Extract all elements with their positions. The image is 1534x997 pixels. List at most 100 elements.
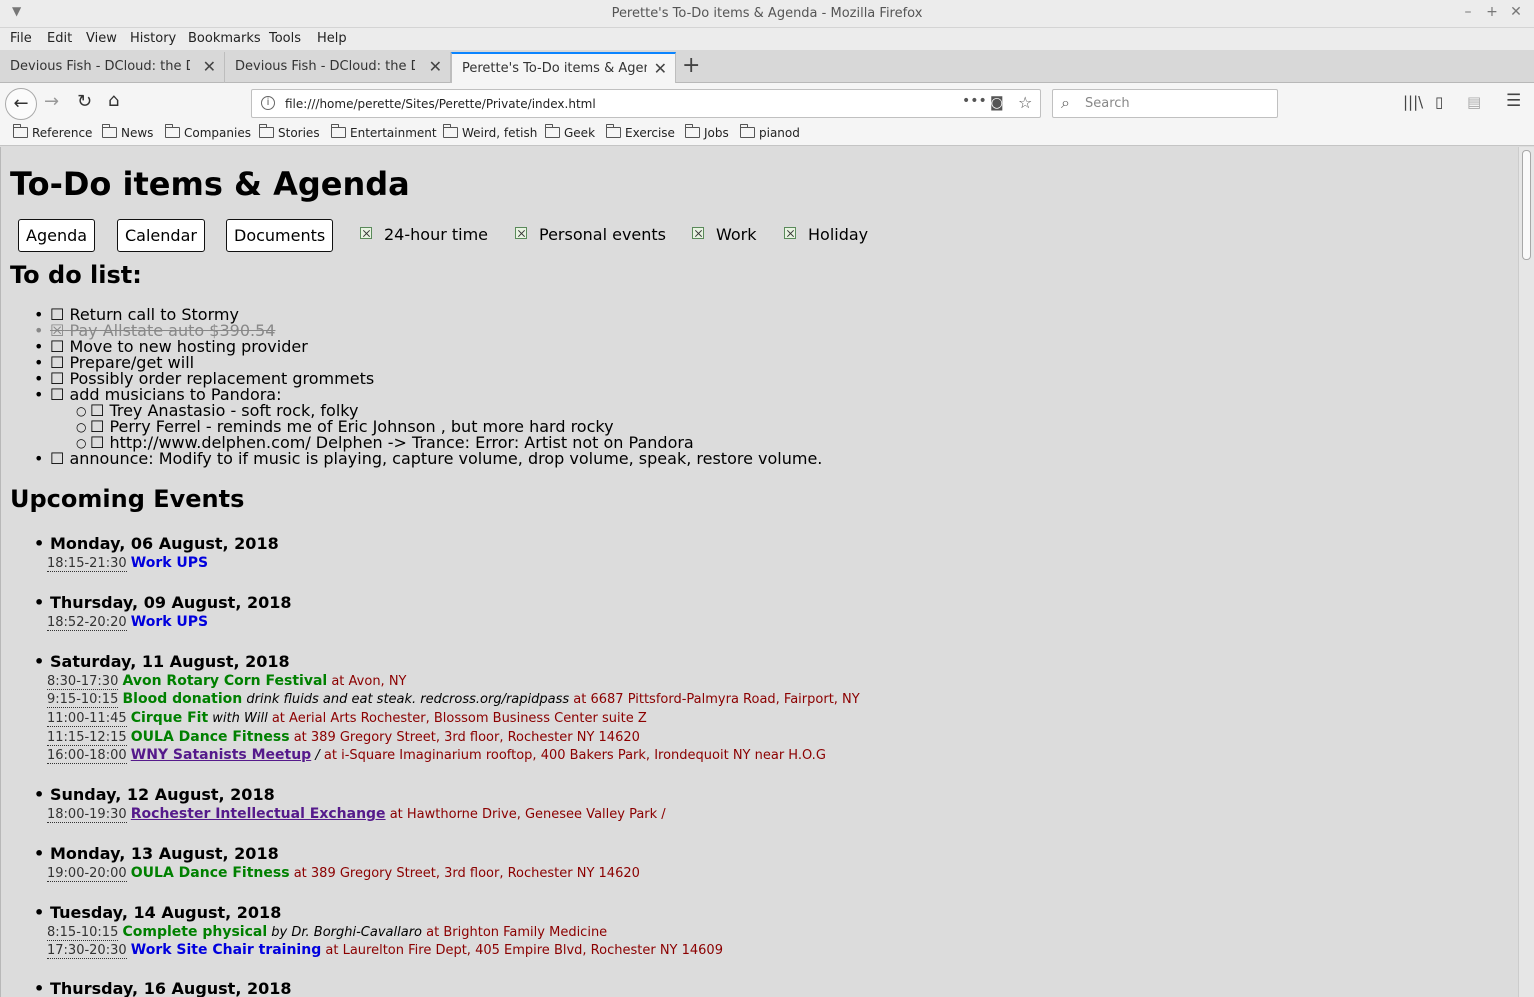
folder-icon	[545, 124, 560, 138]
close-tab-icon[interactable]: ✕	[429, 57, 442, 76]
toggle-personal-events[interactable]: Personal events	[515, 225, 666, 244]
close-tab-icon[interactable]: ✕	[654, 59, 667, 78]
todo-text: announce: Modify to if music is playing,…	[69, 449, 823, 468]
bookmark-pianod[interactable]: pianod	[740, 124, 800, 140]
menu-tools[interactable]: Tools	[269, 31, 301, 46]
menu-bookmarks[interactable]: Bookmarks	[188, 31, 261, 46]
url-text[interactable]: file:///home/perette/Sites/Perette/Priva…	[285, 97, 596, 111]
site-info-icon[interactable]: i	[261, 96, 275, 110]
documents-button[interactable]: Documents	[226, 219, 334, 252]
event-time: 17:30-20:30	[47, 943, 127, 959]
toggle-work[interactable]: Work	[692, 225, 757, 244]
sidebar-icon[interactable]: ▯	[1435, 93, 1443, 111]
forward-arrow-icon[interactable]: →	[44, 91, 59, 112]
bookmark-stories[interactable]: Stories	[259, 124, 320, 140]
search-input[interactable]	[1083, 95, 1273, 112]
folder-icon	[102, 124, 117, 138]
bookmark-label: Weird, fetish	[462, 126, 538, 140]
event-row: 18:52-20:20 Work UPS	[47, 614, 209, 631]
toggle-24-hour-time[interactable]: 24-hour time	[360, 225, 488, 244]
window-title: Perette's To-Do items & Agenda - Mozilla…	[611, 6, 923, 21]
home-icon[interactable]: ⌂	[108, 90, 119, 111]
page-title: To-Do items & Agenda	[10, 165, 410, 203]
event-location: at 389 Gregory Street, 3rd floor, Roches…	[293, 730, 640, 745]
search-bar[interactable]: ⌕	[1052, 89, 1278, 118]
event-time: 18:52-20:20	[47, 615, 127, 631]
folder-icon	[740, 124, 755, 138]
event-time: 18:15-21:30	[47, 556, 127, 572]
ring-bullet: ○	[76, 404, 87, 418]
checkbox-checked-icon[interactable]	[360, 227, 372, 239]
tab-devious-fish-2[interactable]: Devious Fish - DCloud: the Devious Fish …	[225, 52, 451, 83]
folder-icon	[606, 124, 621, 138]
ring-bullet: ○	[76, 420, 87, 434]
page-scrollbar[interactable]	[1518, 147, 1534, 997]
menu-view[interactable]: View	[86, 31, 117, 46]
folder-icon	[443, 124, 458, 138]
maximize-icon[interactable]: +	[1484, 4, 1500, 20]
calendar-button[interactable]: Calendar	[117, 219, 205, 252]
day-heading: Tuesday, 14 August, 2018	[34, 903, 281, 922]
event-location: at Hawthorne Drive, Genesee Valley Park …	[389, 807, 666, 822]
bookmark-news[interactable]: News	[102, 124, 153, 140]
new-tab-icon[interactable]: +	[682, 53, 700, 78]
hamburger-menu-icon[interactable]: ☰	[1506, 91, 1521, 111]
scrollbar-thumb[interactable]	[1522, 150, 1531, 260]
tab-todo-agenda[interactable]: Perette's To-Do items & Agenda ✕	[451, 52, 676, 83]
bookmark-label: Stories	[278, 126, 320, 140]
tab-title: Devious Fish - DCloud: the Devious Fish	[10, 59, 190, 74]
event-name: Avon Rotary Corn Festival	[122, 673, 328, 689]
reader-icon[interactable]: ▤	[1467, 93, 1481, 111]
event-note: with Will	[212, 711, 268, 726]
back-arrow-icon[interactable]: ←	[5, 88, 37, 120]
pocket-icon[interactable]: ◙	[990, 95, 1004, 111]
navigation-toolbar: ← → ↻ ⌂ i file:///home/perette/Sites/Per…	[0, 83, 1534, 123]
url-bar[interactable]: i file:///home/perette/Sites/Perette/Pri…	[251, 89, 1041, 118]
checkbox-checked-icon[interactable]	[784, 227, 796, 239]
event-row: 16:00-18:00 WNY Satanists Meetup / at i-…	[47, 747, 826, 764]
menu-edit[interactable]: Edit	[47, 31, 72, 46]
day-heading: Monday, 06 August, 2018	[34, 534, 279, 553]
event-row: 8:30-17:30 Avon Rotary Corn Festival at …	[47, 673, 407, 690]
todo-checkbox-icon[interactable]: ☐	[50, 449, 64, 468]
page-content: To-Do items & Agenda Agenda Calendar Doc…	[0, 147, 1518, 997]
bookmark-exercise[interactable]: Exercise	[606, 124, 675, 140]
event-link[interactable]: WNY Satanists Meetup	[131, 747, 311, 763]
event-location: at i-Square Imaginarium rooftop, 400 Bak…	[323, 748, 826, 763]
bookmark-weird-fetish[interactable]: Weird, fetish	[443, 124, 538, 140]
library-icon[interactable]: |||\	[1403, 93, 1423, 111]
day-heading: Thursday, 16 August, 2018	[34, 979, 291, 997]
bookmarks-toolbar: Reference News Companies Stories Enterta…	[0, 123, 1534, 146]
checkbox-checked-icon[interactable]	[692, 227, 704, 239]
toggle-holiday[interactable]: Holiday	[784, 225, 868, 244]
event-name: Work UPS	[130, 614, 209, 630]
bookmark-jobs[interactable]: Jobs	[685, 124, 729, 140]
bookmark-entertainment[interactable]: Entertainment	[331, 124, 437, 140]
menu-help[interactable]: Help	[317, 31, 347, 46]
close-tab-icon[interactable]: ✕	[203, 57, 216, 76]
bookmark-companies[interactable]: Companies	[165, 124, 251, 140]
menu-history[interactable]: History	[130, 31, 176, 46]
menu-file[interactable]: File	[10, 31, 32, 46]
agenda-button[interactable]: Agenda	[18, 219, 96, 252]
close-window-icon[interactable]: ✕	[1508, 4, 1524, 20]
event-time: 16:00-18:00	[47, 748, 127, 764]
todo-item[interactable]: • ☐ announce: Modify to if music is playi…	[34, 449, 823, 468]
reload-icon[interactable]: ↻	[77, 91, 92, 112]
minimize-icon[interactable]: –	[1460, 4, 1476, 20]
bookmark-reference[interactable]: Reference	[13, 124, 93, 140]
day-heading: Monday, 13 August, 2018	[34, 844, 279, 863]
bookmark-label: Companies	[184, 126, 251, 140]
bookmark-geek[interactable]: Geek	[545, 124, 595, 140]
todo-checkbox-icon[interactable]: ☐	[50, 385, 64, 404]
bullet: •	[34, 385, 44, 404]
bookmark-label: Reference	[32, 126, 93, 140]
tab-devious-fish-1[interactable]: Devious Fish - DCloud: the Devious Fish …	[0, 52, 225, 83]
bookmark-star-icon[interactable]: ☆	[1018, 93, 1032, 112]
event-link[interactable]: Rochester Intellectual Exchange	[131, 806, 386, 822]
page-actions-icon[interactable]: •••	[962, 93, 987, 109]
checkbox-checked-icon[interactable]	[515, 227, 527, 239]
bookmark-label: Entertainment	[350, 126, 437, 140]
bookmark-label: Jobs	[704, 126, 729, 140]
day-heading: Sunday, 12 August, 2018	[34, 785, 275, 804]
